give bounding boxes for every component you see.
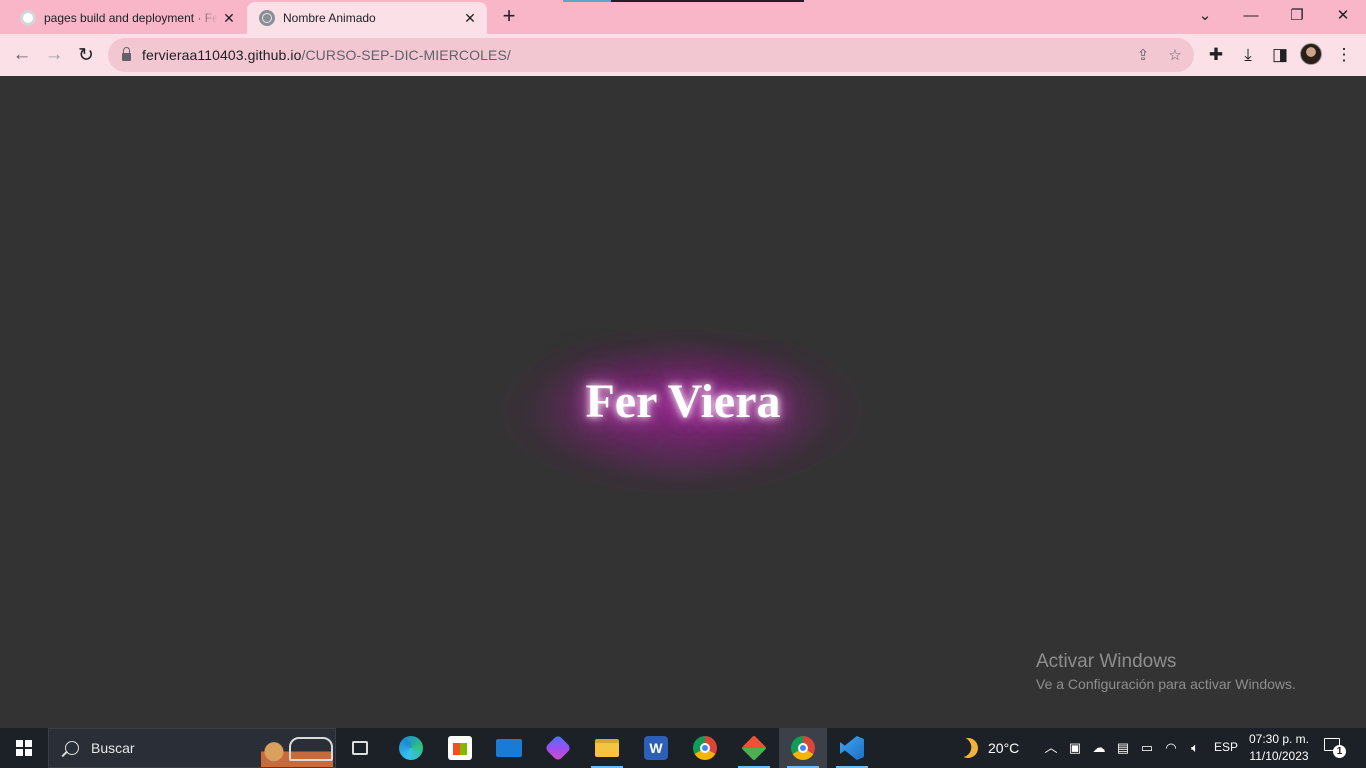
notification-count-badge: 1 xyxy=(1333,745,1346,758)
taskbar-word[interactable]: W xyxy=(632,728,680,768)
page-content: Fer Viera Activar Windows Ve a Configura… xyxy=(0,76,1366,728)
tab-title: Nombre Animado xyxy=(283,11,376,25)
restore-button[interactable]: ❐ xyxy=(1274,0,1320,30)
word-icon: W xyxy=(644,736,668,760)
battery-icon[interactable]: ▭ xyxy=(1138,740,1156,756)
search-highlight-fossil-image[interactable] xyxy=(261,733,333,767)
reload-icon[interactable]: ↻ xyxy=(72,41,100,69)
profile-avatar[interactable] xyxy=(1300,43,1322,65)
volume-icon[interactable]: 🔈︎ xyxy=(1186,740,1204,756)
store-icon xyxy=(448,736,472,760)
github-icon xyxy=(20,10,36,26)
taskbar-edge[interactable] xyxy=(387,728,435,768)
task-view-button[interactable] xyxy=(336,728,384,768)
network-warning-icon[interactable]: ▤ xyxy=(1114,740,1132,756)
taskbar-vscode[interactable] xyxy=(828,728,876,768)
close-window-button[interactable]: ✕ xyxy=(1320,0,1366,30)
chrome-profile-icon xyxy=(791,736,815,760)
mail-icon xyxy=(496,739,522,757)
search-placeholder: Buscar xyxy=(91,740,135,756)
bookmark-star-icon[interactable]: ☆ xyxy=(1166,46,1184,64)
search-icon xyxy=(65,741,79,755)
meet-now-icon[interactable]: ▣ xyxy=(1066,740,1084,756)
vscode-icon xyxy=(840,736,864,760)
lock-icon[interactable] xyxy=(122,47,131,61)
watermark-subtitle: Ve a Configuración para activar Windows. xyxy=(1036,676,1296,692)
copilot-icon xyxy=(544,734,572,762)
notification-center-button[interactable]: 1 xyxy=(1324,738,1346,758)
share-icon[interactable]: ⇪ xyxy=(1134,46,1152,64)
wifi-icon[interactable]: ◠ xyxy=(1162,740,1180,756)
taskbar-copilot[interactable] xyxy=(534,728,582,768)
system-clock[interactable]: 07:30 p. m. 11/10/2023 xyxy=(1246,731,1312,765)
back-arrow-icon[interactable]: ← xyxy=(8,41,36,69)
onedrive-offline-icon[interactable]: ☁ xyxy=(1090,740,1108,756)
close-tab-icon[interactable]: ✕ xyxy=(459,7,481,29)
taskbar-file-explorer[interactable] xyxy=(583,728,631,768)
tab-search-icon[interactable]: ⌄ xyxy=(1182,0,1228,30)
address-bar[interactable]: fervieraa110403.github.io/CURSO-SEP-DIC-… xyxy=(108,38,1194,72)
windows-logo-icon xyxy=(16,740,32,756)
tab-strip-progress xyxy=(563,0,804,2)
moon-weather-icon xyxy=(955,735,981,761)
task-view-icon xyxy=(352,741,368,755)
download-icon[interactable]: ⤓ xyxy=(1237,44,1259,66)
chrome-icon xyxy=(693,736,717,760)
edge-icon xyxy=(399,736,423,760)
taskbar-search-box[interactable]: Buscar xyxy=(48,728,336,768)
watermark-title: Activar Windows xyxy=(1036,651,1177,672)
browser-toolbar: ← → ↻ fervieraa110403.github.io/CURSO-SE… xyxy=(0,34,1366,76)
tab-nombre-animado[interactable]: Nombre Animado ✕ xyxy=(247,2,487,34)
folder-icon xyxy=(595,739,619,757)
url-text[interactable]: fervieraa110403.github.io/CURSO-SEP-DIC-… xyxy=(142,47,511,63)
menu-kebab-icon[interactable]: ⋮ xyxy=(1333,44,1355,66)
input-language[interactable]: ESP xyxy=(1214,740,1238,754)
windows-taskbar: Buscar W 20°C ︿ ▣ ☁ ▤ ▭ ◠ 🔈︎ ESP 07:30 p… xyxy=(0,728,1366,768)
close-tab-icon[interactable]: ✕ xyxy=(218,7,240,29)
side-panel-icon[interactable]: ◨ xyxy=(1269,44,1291,66)
weather-widget[interactable]: 20°C xyxy=(958,728,1019,768)
weather-temperature: 20°C xyxy=(988,740,1020,756)
taskbar-git[interactable] xyxy=(730,728,778,768)
tab-title: pages build and deployment · Fe xyxy=(44,11,218,25)
extensions-puzzle-icon[interactable]: ✚ xyxy=(1205,44,1227,66)
show-hidden-icons-chevron-icon[interactable]: ︿ xyxy=(1042,740,1060,756)
url-host: fervieraa110403.github.io xyxy=(142,47,302,63)
minimize-button[interactable]: — xyxy=(1228,0,1274,30)
animated-name-heading: Fer Viera xyxy=(585,375,781,428)
clock-time: 07:30 p. m. xyxy=(1248,732,1310,746)
new-tab-button[interactable]: + xyxy=(496,4,522,30)
taskbar-store[interactable] xyxy=(436,728,484,768)
tab-strip: pages build and deployment · Fe ✕ Nombre… xyxy=(0,0,1366,34)
git-icon xyxy=(741,735,767,761)
clock-date: 11/10/2023 xyxy=(1249,749,1309,763)
taskbar-mail[interactable] xyxy=(485,728,533,768)
globe-icon xyxy=(259,10,275,26)
tab-pages-build[interactable]: pages build and deployment · Fe ✕ xyxy=(8,2,246,34)
activate-windows-watermark: Activar Windows Ve a Configuración para … xyxy=(1036,650,1296,694)
url-path: /CURSO-SEP-DIC-MIERCOLES/ xyxy=(301,47,511,63)
forward-arrow-icon[interactable]: → xyxy=(40,41,68,69)
taskbar-chrome-profile[interactable] xyxy=(779,728,827,768)
taskbar-chrome[interactable] xyxy=(681,728,729,768)
start-button[interactable] xyxy=(0,728,48,768)
